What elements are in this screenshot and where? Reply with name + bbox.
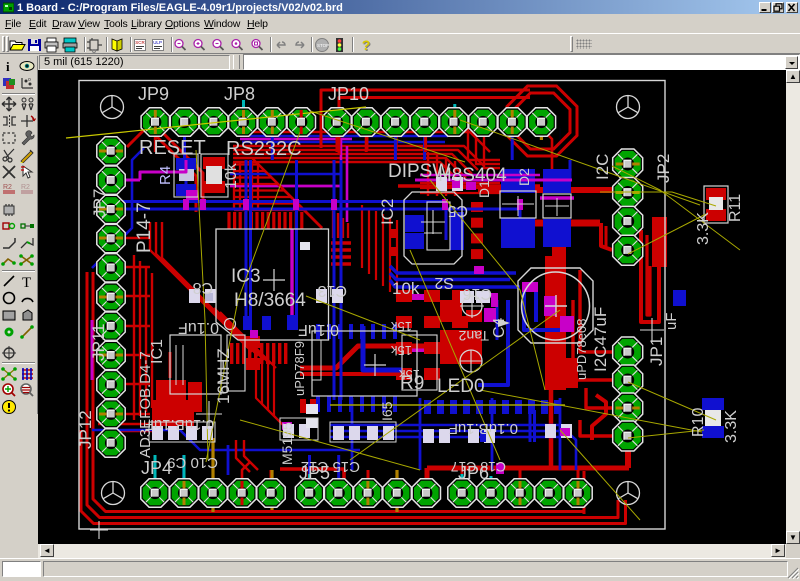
svg-text:I65: I65 (379, 401, 395, 421)
svg-text:R10: R10 (690, 408, 707, 437)
svg-text:H8/3664: H8/3664 (234, 290, 306, 311)
svg-text:IC2: IC2 (378, 199, 397, 225)
svg-text:16MHZ: 16MHZ (214, 348, 233, 404)
svg-text:15k: 15k (391, 319, 412, 334)
svg-text:ULP: ULP (153, 40, 162, 45)
svg-text:R4: R4 (157, 166, 174, 185)
svg-text:10k: 10k (392, 279, 420, 298)
svg-text:I2C: I2C (593, 154, 612, 180)
svg-text:H8S404: H8S404 (438, 165, 507, 186)
svg-text:SCR: SCR (135, 40, 145, 45)
svg-text:LED0: LED0 (437, 376, 485, 397)
svg-text:AD3EFOB.D4-7: AD3EFOB.D4-7 (137, 351, 154, 458)
svg-text:C16: C16 (463, 285, 492, 302)
svg-text:RESET: RESET (139, 137, 206, 159)
svg-text:15k: 15k (399, 367, 420, 382)
svg-text:uPD78F9: uPD78F9 (292, 341, 307, 396)
svg-text:uPD78e08: uPD78e08 (574, 319, 589, 380)
svg-text:JP12: JP12 (76, 410, 95, 449)
svg-text:3.3K: 3.3K (695, 212, 712, 245)
svg-text:i: i (6, 59, 10, 74)
svg-text:R2: R2 (3, 184, 12, 191)
svg-text:0.1uF: 0.1uF (298, 321, 339, 338)
svg-text:T: T (22, 275, 31, 289)
svg-text:D1: D1 (476, 180, 492, 198)
svg-text:C13: C13 (318, 282, 347, 299)
svg-text:0.1uB.1uF: 0.1uB.1uF (145, 416, 214, 433)
svg-text:10k: 10k (223, 162, 240, 189)
svg-text:C18 C17: C18 C17 (451, 459, 506, 475)
svg-text:JP7: JP7 (90, 189, 109, 218)
svg-text:JP11: JP11 (89, 324, 108, 362)
svg-text:0.1uF: 0.1uF (178, 319, 219, 336)
svg-text:JP10: JP10 (328, 84, 369, 104)
svg-text:JP8: JP8 (224, 84, 255, 104)
svg-text:0.1uB.1uF: 0.1uB.1uF (449, 420, 518, 437)
svg-text:IC3: IC3 (231, 266, 261, 287)
svg-text:C8: C8 (192, 279, 213, 296)
svg-text:R2: R2 (21, 184, 30, 191)
svg-text:M5195: M5195 (279, 422, 295, 465)
svg-text:C5: C5 (447, 202, 468, 219)
svg-text:3.3K: 3.3K (723, 410, 740, 443)
svg-text:C15 C12: C15 C12 (301, 458, 360, 475)
svg-text:JP9: JP9 (138, 84, 169, 104)
svg-text:JP1: JP1 (647, 337, 666, 366)
svg-text:I2C47uF: I2C47uF (591, 307, 610, 372)
svg-text:uF: uF (663, 312, 680, 330)
svg-text:IC1: IC1 (149, 339, 166, 364)
svg-text:o: o (28, 77, 31, 83)
svg-text:R11: R11 (727, 194, 744, 222)
svg-text:RS232C: RS232C (226, 138, 302, 160)
svg-text:15k: 15k (391, 343, 412, 358)
svg-text:STOP: STOP (317, 43, 329, 48)
svg-text:C10 C9: C10 C9 (167, 454, 218, 471)
svg-text:Tan2: Tan2 (458, 328, 489, 344)
svg-text:S2: S2 (434, 274, 454, 291)
svg-text:P14-7: P14-7 (134, 202, 155, 253)
svg-text:D2: D2 (516, 168, 532, 186)
svg-text:JP2: JP2 (654, 154, 673, 183)
svg-text:C4: C4 (491, 317, 508, 338)
